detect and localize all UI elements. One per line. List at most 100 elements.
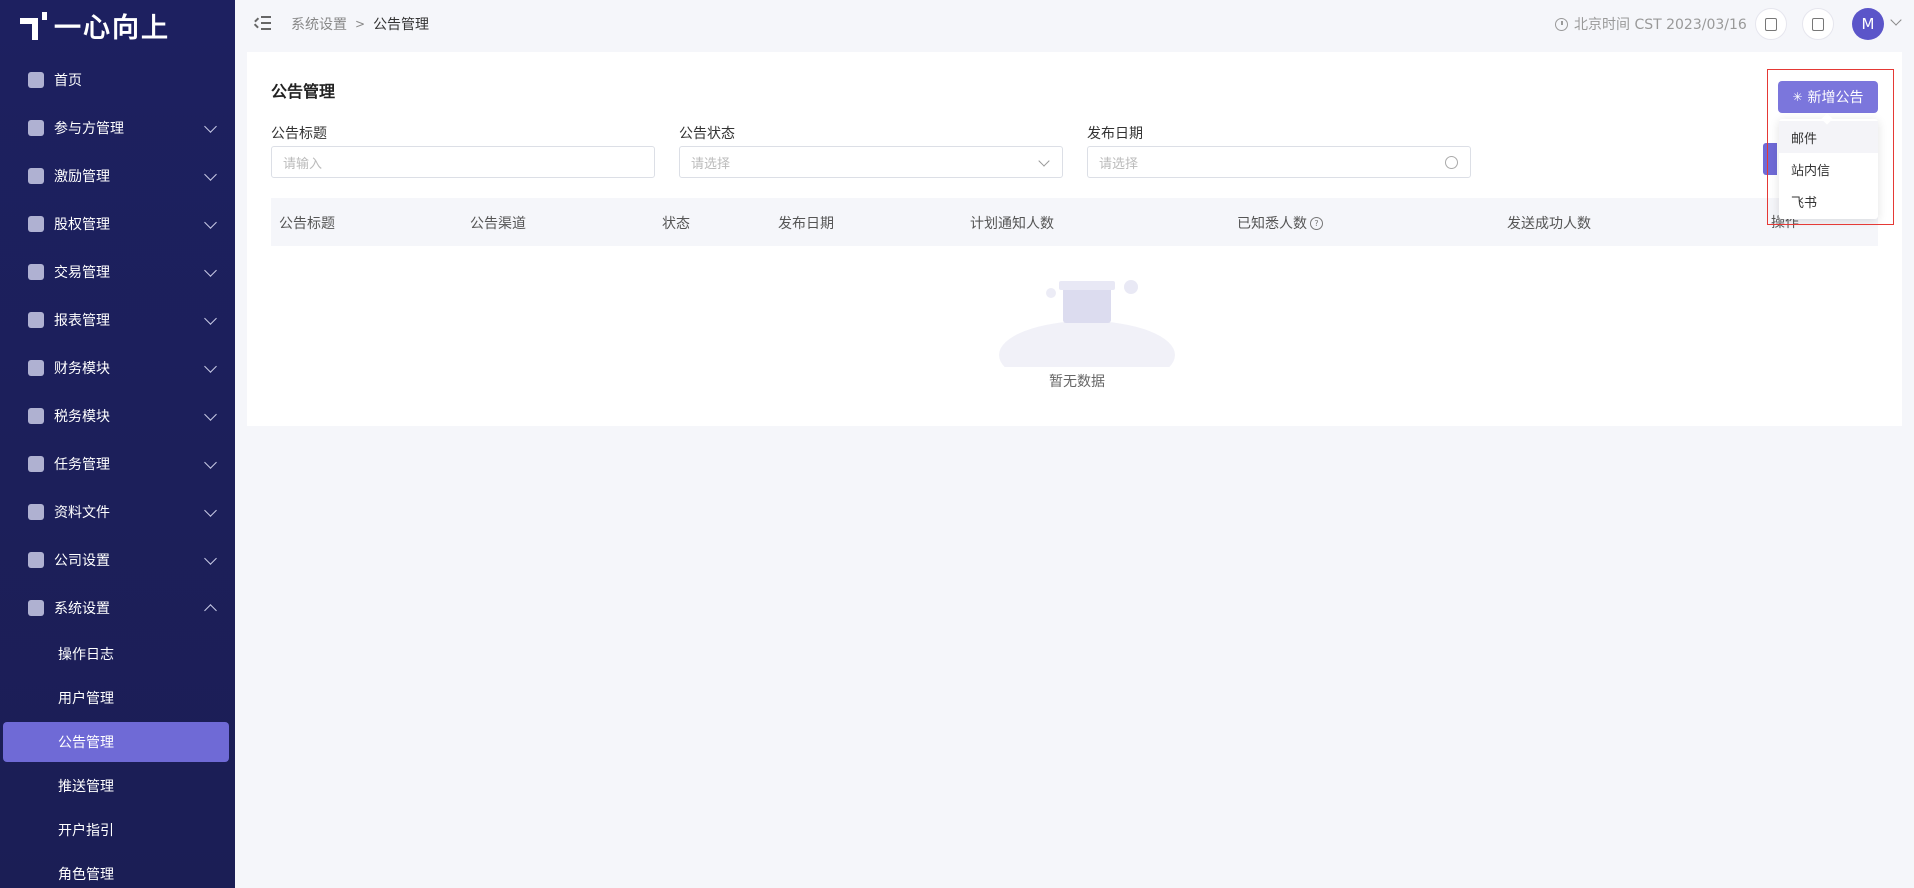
- sidebar-item-label: 税务模块: [54, 409, 110, 425]
- breadcrumb-current: 公告管理: [373, 17, 430, 33]
- task-icon: [28, 456, 44, 472]
- chevron-down-icon: [204, 168, 217, 181]
- company-icon: [28, 552, 44, 568]
- sidebar-item-label: 激励管理: [54, 169, 110, 185]
- sidebar-subitem-user-management[interactable]: 用户管理: [0, 676, 235, 720]
- system-icon: [28, 600, 44, 616]
- sidebar-item-label: 资料文件: [54, 505, 110, 521]
- breadcrumb-parent[interactable]: 系统设置: [291, 14, 347, 34]
- logo-mark-icon: [18, 10, 48, 40]
- status-filter-label: 公告状态: [679, 126, 735, 142]
- collapse-menu-icon[interactable]: [254, 16, 271, 30]
- sidebar-subitem-operation-log[interactable]: 操作日志: [0, 632, 235, 676]
- column-header-with-tip: 已知悉人数 ?: [1237, 213, 1323, 233]
- sidebar-item-label: 公司设置: [54, 553, 110, 569]
- top-bar: 系统设置 > 公告管理 北京时间 CST 2023/03/16 M: [235, 0, 1914, 48]
- chevron-down-icon: [204, 120, 217, 133]
- sidebar-item-equity[interactable]: 股权管理: [0, 200, 235, 248]
- status-filter-select[interactable]: 请选择: [679, 146, 1063, 178]
- sidebar-item-files[interactable]: 资料文件: [0, 488, 235, 536]
- brand-logo[interactable]: 一心向上: [18, 8, 170, 44]
- column-header: 公告渠道: [470, 216, 526, 232]
- server-time: 北京时间 CST 2023/03/16: [1555, 14, 1747, 34]
- empty-state-text: 暂无数据: [1049, 374, 1105, 390]
- folder-icon: [28, 504, 44, 520]
- date-filter-label: 发布日期: [1087, 126, 1143, 142]
- sidebar-subitem-role-management[interactable]: 角色管理: [0, 852, 235, 888]
- breadcrumb-separator-icon: >: [355, 17, 366, 31]
- table-header: 公告标题 公告渠道 状态 发布日期 计划通知人数 已知悉人数 ? 发送成功人数: [271, 198, 1878, 246]
- empty-box-icon: [999, 280, 1175, 389]
- sidebar-item-tax[interactable]: 税务模块: [0, 392, 235, 440]
- clock-icon: [1555, 17, 1568, 31]
- sidebar-item-finance[interactable]: 财务模块: [0, 344, 235, 392]
- chevron-down-icon: [204, 504, 217, 517]
- date-filter-picker[interactable]: 请选择: [1087, 146, 1471, 178]
- sidebar-item-report[interactable]: 报表管理: [0, 296, 235, 344]
- equity-icon: [28, 216, 44, 232]
- participant-icon: [28, 120, 44, 136]
- column-header: 公告标题: [279, 216, 335, 232]
- sidebar-item-label: 任务管理: [54, 457, 110, 473]
- sidebar-item-task[interactable]: 任务管理: [0, 440, 235, 488]
- chevron-down-icon: [204, 264, 217, 277]
- brand-name: 一心向上: [54, 12, 170, 44]
- title-filter-label: 公告标题: [271, 126, 327, 142]
- sidebar-item-label: 参与方管理: [54, 121, 124, 137]
- sidebar-item-company[interactable]: 公司设置: [0, 536, 235, 584]
- column-header: 状态: [662, 216, 690, 232]
- sidebar-item-participants[interactable]: 参与方管理: [0, 104, 235, 152]
- sidebar-subitem-label: 公告管理: [58, 735, 114, 751]
- sidebar-subitem-account-guide[interactable]: 开户指引: [0, 808, 235, 852]
- chevron-down-icon: [204, 456, 217, 469]
- sidebar-item-incentive[interactable]: 激励管理: [0, 152, 235, 200]
- empty-state: 暂无数据: [987, 257, 1187, 390]
- chevron-down-icon: [204, 312, 217, 325]
- sidebar-item-label: 报表管理: [54, 313, 110, 329]
- task-check-button[interactable]: [1755, 8, 1787, 40]
- column-header: 计划通知人数: [970, 216, 1054, 232]
- home-icon: [28, 72, 44, 88]
- highlight-box: [1767, 69, 1894, 225]
- clipboard-check-icon: [1765, 17, 1777, 31]
- sidebar: 一心向上 首页 参与方管理 激励管理 股权管理 交易管理 报表管理 财务模块 税…: [0, 0, 235, 888]
- sidebar-item-label: 交易管理: [54, 265, 110, 281]
- shirt-icon: [1812, 17, 1824, 31]
- server-time-label: 北京时间 CST 2023/03/16: [1574, 17, 1747, 33]
- sidebar-item-label: 系统设置: [54, 601, 110, 617]
- column-header: 发送成功人数: [1507, 216, 1591, 232]
- sidebar-subitem-label: 推送管理: [58, 779, 114, 795]
- chevron-down-icon: [204, 408, 217, 421]
- sidebar-nav: 首页 参与方管理 激励管理 股权管理 交易管理 报表管理 财务模块 税务模块 任…: [0, 56, 235, 888]
- question-icon[interactable]: ?: [1310, 216, 1323, 230]
- sidebar-item-label: 首页: [54, 73, 82, 89]
- sidebar-subitem-push-management[interactable]: 推送管理: [0, 764, 235, 808]
- sidebar-item-label: 财务模块: [54, 361, 110, 377]
- clock-icon: [1445, 156, 1458, 169]
- chevron-down-icon: [204, 216, 217, 229]
- title-filter-input[interactable]: 请输入: [271, 146, 655, 178]
- sidebar-item-home[interactable]: 首页: [0, 56, 235, 104]
- date-filter-placeholder: 请选择: [1099, 156, 1139, 172]
- finance-icon: [28, 360, 44, 376]
- report-icon: [28, 312, 44, 328]
- chevron-down-icon: [1038, 155, 1050, 167]
- trade-icon: [28, 264, 44, 280]
- sidebar-item-trade[interactable]: 交易管理: [0, 248, 235, 296]
- page-title: 公告管理: [271, 82, 336, 101]
- main-card: 公告管理 公告标题 请输入 公告状态 请选择 发布日期 请选择 公告标题 公告渠…: [247, 52, 1902, 426]
- incentive-icon: [28, 168, 44, 184]
- column-header-label: 已知悉人数: [1237, 216, 1307, 232]
- column-header: 发布日期: [778, 216, 834, 232]
- theme-button[interactable]: [1802, 8, 1834, 40]
- sidebar-subitem-label: 用户管理: [58, 691, 114, 707]
- sidebar-subitem-label: 角色管理: [58, 867, 114, 883]
- sidebar-item-system[interactable]: 系统设置: [0, 584, 235, 632]
- chevron-up-icon: [204, 604, 217, 617]
- chevron-down-icon: [204, 360, 217, 373]
- sidebar-subitem-announcement-management[interactable]: 公告管理: [3, 722, 229, 762]
- avatar[interactable]: M: [1852, 8, 1884, 40]
- chevron-down-icon[interactable]: [1890, 14, 1902, 26]
- chevron-down-icon: [204, 552, 217, 565]
- title-filter-placeholder: 请输入: [283, 156, 323, 172]
